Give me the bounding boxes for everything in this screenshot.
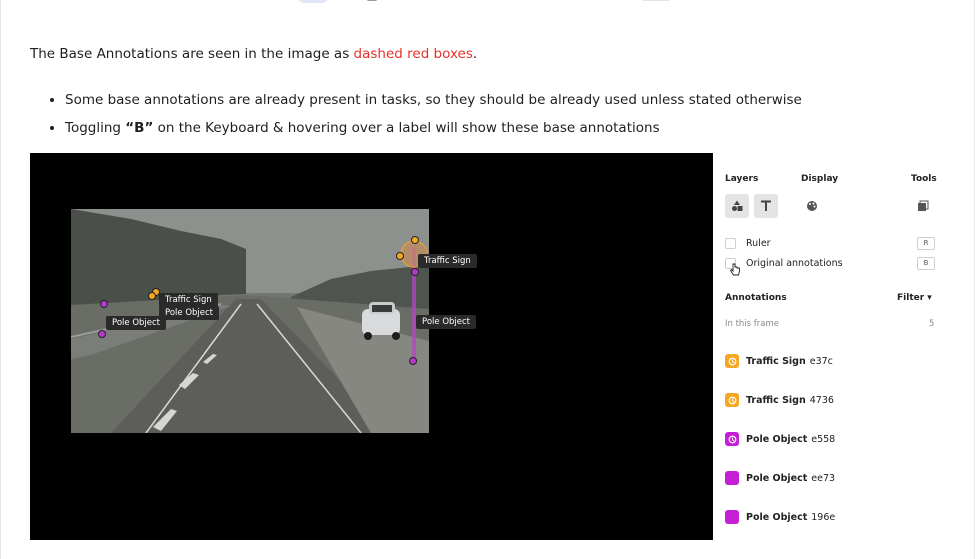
text-icon-glyph (761, 200, 771, 211)
key-hint: “B” (125, 120, 154, 136)
intro-highlight: dashed red boxes (353, 46, 473, 62)
annotation-id: e558 (811, 433, 836, 445)
shapes-icon[interactable] (725, 194, 749, 218)
cropped-header-graphics (0, 0, 975, 4)
annotation-label[interactable]: Traffic Sign (159, 293, 218, 307)
original-annotations-toggle[interactable]: Original annotations B (725, 255, 935, 271)
history-icon-glyph (728, 435, 736, 443)
annotation-id: 4736 (809, 394, 834, 406)
annotation-id: ee73 (811, 472, 836, 484)
color-swatch (725, 510, 739, 524)
keypoint[interactable] (411, 236, 419, 244)
layers-header: Layers (725, 174, 759, 184)
original-annotations-shortcut: B (917, 256, 935, 270)
bullet-text: on the Keyboard & hovering over a label … (153, 120, 660, 136)
annotation-list-item[interactable]: Traffic Sign 4736 (725, 393, 834, 407)
in-frame-label: In this frame (725, 319, 780, 329)
bullet-item: Some base annotations are already presen… (65, 86, 802, 114)
intro-text: The Base Annotations are seen in the ima… (30, 46, 354, 62)
history-icon (725, 432, 739, 446)
ruler-toggle[interactable]: Ruler R (725, 235, 935, 251)
copy-icon-glyph (918, 200, 929, 211)
annotation-tool-screenshot: Traffic Sign Pole Object Traffic Sign Po… (30, 153, 943, 540)
annotation-list-item[interactable]: Pole Object 196e (725, 510, 835, 524)
intro-paragraph: The Base Annotations are seen in the ima… (30, 44, 477, 64)
cropped-graphic (642, 0, 670, 1)
annotation-label[interactable]: Pole Object (416, 315, 476, 329)
annotation-label[interactable]: Pole Object (106, 316, 166, 330)
tools-header: Tools (911, 174, 937, 184)
ruler-shortcut: R (917, 236, 935, 250)
display-header: Display (801, 174, 839, 184)
history-icon-glyph (728, 396, 736, 404)
annotation-name: Traffic Sign (746, 394, 806, 406)
annotations-header: Annotations (725, 293, 787, 303)
annotation-side-panel: Layers Display Tools Ruler R Original an… (725, 153, 943, 540)
video-canvas[interactable]: Traffic Sign Pole Object Traffic Sign Po… (30, 153, 713, 540)
annotation-list-item[interactable]: Traffic Sign e37c (725, 354, 833, 368)
annotation-name: Pole Object (746, 511, 808, 523)
keypoint[interactable] (396, 252, 404, 260)
keypoint[interactable] (148, 292, 156, 300)
bullet-list: Some base annotations are already presen… (30, 86, 802, 142)
annotation-label[interactable]: Pole Object (159, 306, 219, 320)
annotation-name: Pole Object (746, 433, 808, 445)
annotation-name: Pole Object (746, 472, 808, 484)
history-icon-glyph (728, 357, 736, 365)
bullet-item: Toggling “B” on the Keyboard & hovering … (65, 114, 802, 142)
annotation-id: e37c (809, 355, 833, 367)
annotation-list-item[interactable]: Pole Object ee73 (725, 471, 835, 485)
original-annotations-label: Original annotations (746, 257, 843, 269)
annotation-name: Traffic Sign (746, 355, 806, 367)
cropped-graphic (366, 0, 378, 1)
shapes-icon-glyph (732, 200, 743, 211)
cropped-graphic (298, 0, 328, 3)
ruler-checkbox[interactable] (725, 237, 736, 249)
annotation-id: 196e (811, 511, 836, 523)
intro-suffix: . (472, 46, 478, 62)
bullet-text: Toggling (65, 120, 126, 136)
text-icon[interactable] (754, 194, 778, 218)
in-frame-count: 5 (929, 319, 935, 329)
palette-icon-glyph (807, 201, 817, 211)
keypoint[interactable] (409, 357, 417, 365)
keypoint[interactable] (98, 330, 106, 338)
history-icon (725, 354, 739, 368)
keypoint[interactable] (411, 268, 419, 276)
keypoint[interactable] (100, 300, 108, 308)
bullet-text: Some base annotations are already presen… (65, 92, 802, 108)
hand-cursor-icon (730, 263, 740, 276)
color-swatch (725, 471, 739, 485)
annotation-label[interactable]: Traffic Sign (418, 254, 477, 268)
annotation-list-item[interactable]: Pole Object e558 (725, 432, 835, 446)
palette-icon[interactable] (800, 194, 824, 218)
ruler-label: Ruler (746, 237, 771, 249)
copy-icon[interactable] (911, 194, 935, 218)
history-icon (725, 393, 739, 407)
filter-button[interactable]: Filter ▾ (897, 293, 932, 303)
